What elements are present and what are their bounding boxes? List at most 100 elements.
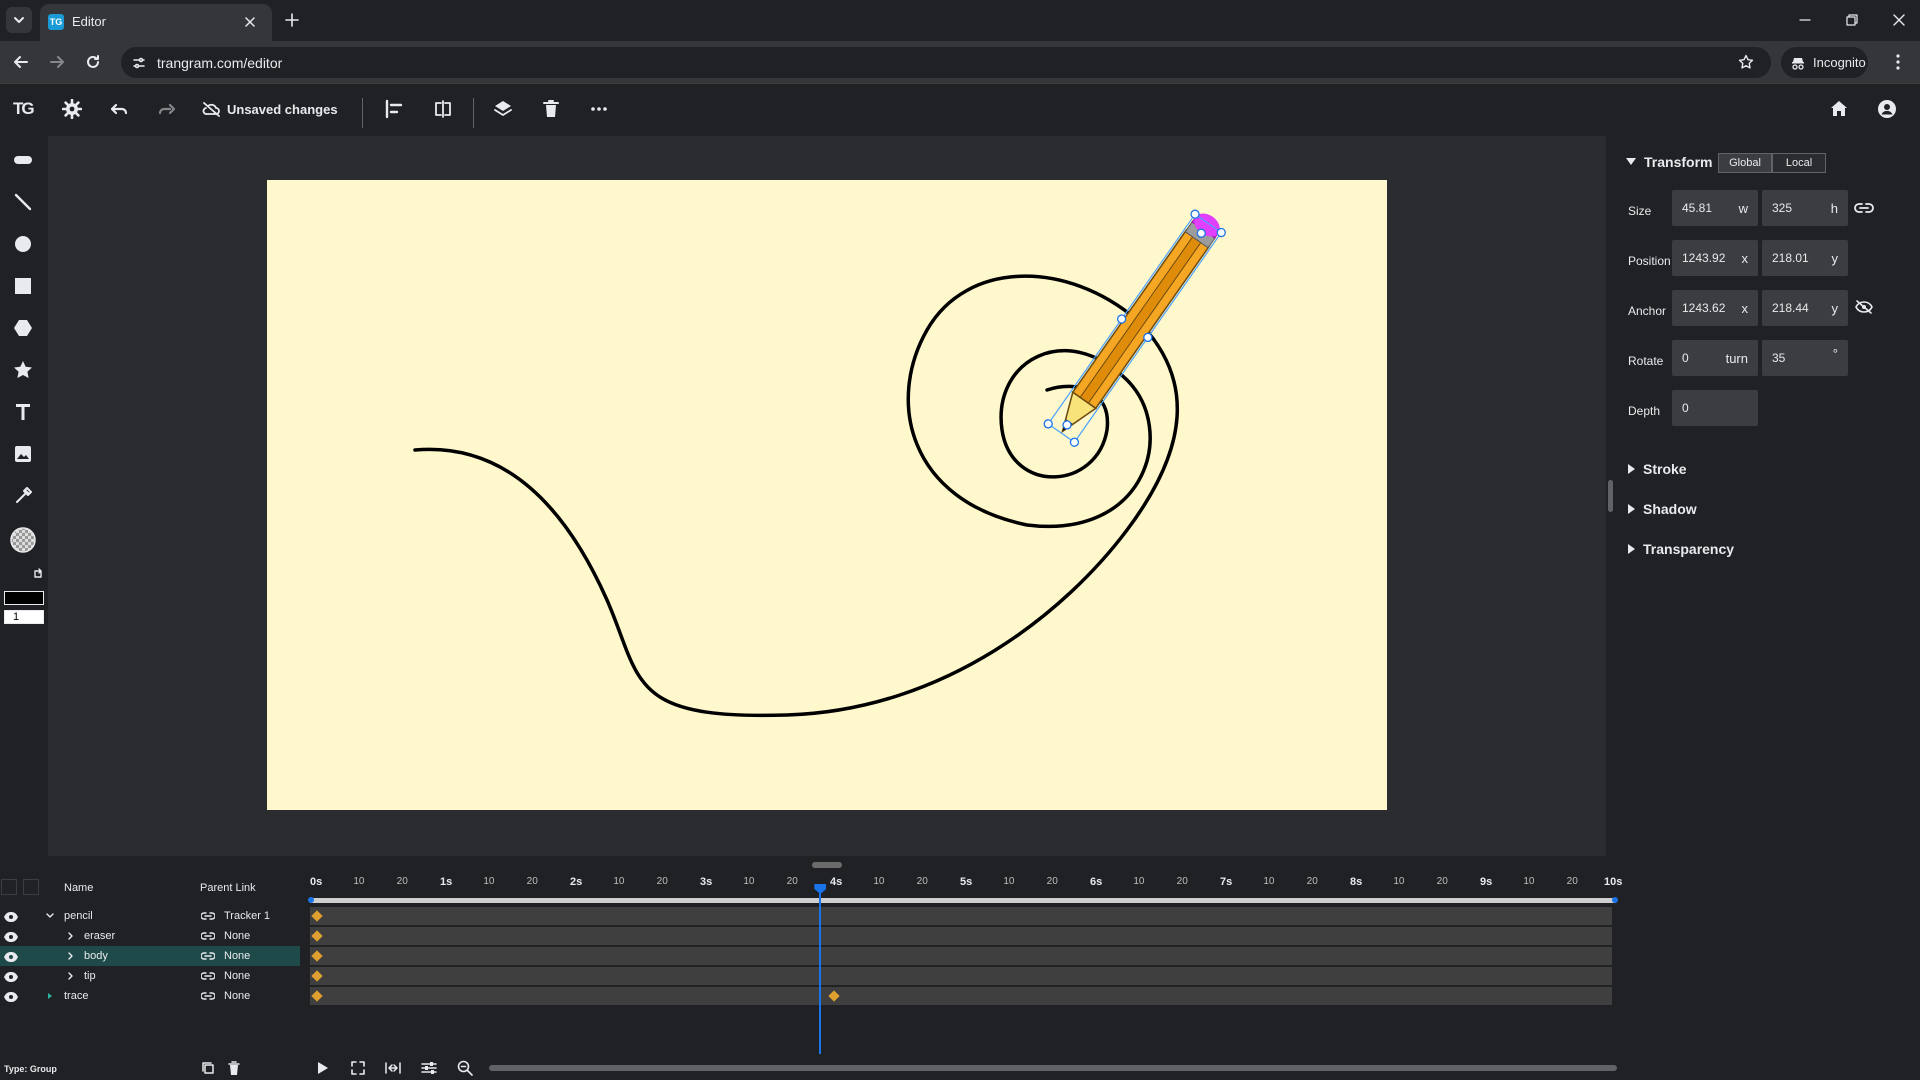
link-icon[interactable] [1854,202,1874,214]
tool-eyedropper[interactable] [9,482,37,510]
duplicate-icon[interactable] [201,1061,215,1075]
tool-star[interactable] [9,356,37,384]
transform-title[interactable]: Transform [1644,154,1712,170]
close-window-icon[interactable] [1893,14,1905,26]
jump-icon[interactable] [385,1062,401,1074]
shadow-section[interactable]: Shadow [1643,501,1697,517]
save-status[interactable]: Unsaved changes [202,101,338,117]
restore-icon[interactable] [1846,14,1858,26]
stroke-section[interactable]: Stroke [1643,461,1687,477]
fill-color-swatch[interactable] [9,526,37,554]
time-ruler[interactable]: 0s 10 20 1s 10 20 2s 10 20 3s 10 20 4s 10 20 5s 10 20 6s 10… [306,874,1622,894]
swap-colors-icon[interactable] [32,568,44,580]
eye-icon[interactable] [4,932,18,942]
layer-parent[interactable]: None [224,930,250,942]
track-row[interactable] [310,967,1612,985]
tool-select[interactable] [9,146,37,174]
eye-icon[interactable] [4,912,18,922]
fit-icon[interactable] [351,1061,365,1075]
settings-button[interactable] [59,96,85,122]
reload-icon[interactable] [85,54,101,70]
browser-tab[interactable]: TG Editor [40,4,272,41]
tab-list-dropdown-button[interactable] [6,7,32,33]
track-row[interactable] [310,927,1612,945]
back-icon[interactable] [13,54,29,70]
zoom-icon[interactable] [457,1060,473,1076]
position-x-input[interactable]: 1243.92 x [1672,240,1758,276]
home-button[interactable] [1826,96,1852,122]
tool-rectangle[interactable] [9,272,37,300]
transparency-section[interactable]: Transparency [1643,541,1734,557]
timeline-resize-handle[interactable] [812,862,842,868]
tool-line[interactable] [9,188,37,216]
forward-icon[interactable] [49,54,65,70]
tool-image[interactable] [9,440,37,468]
browser-menu-icon[interactable] [1896,54,1900,70]
position-y-input[interactable]: 218.01 y [1762,240,1848,276]
keyframe[interactable] [311,910,323,922]
keyframe[interactable] [828,990,840,1002]
minimize-icon[interactable] [1799,14,1811,26]
more-button[interactable] [586,96,612,122]
eye-icon[interactable] [4,952,18,962]
layer-row[interactable]: tip None [0,966,300,986]
omnibox[interactable]: trangram.com/editor [121,47,1771,78]
tool-polygon[interactable] [9,314,37,342]
track-row[interactable] [310,907,1612,925]
close-tab-icon[interactable] [244,16,256,28]
track-row[interactable] [310,947,1612,965]
layer-parent[interactable]: None [224,950,250,962]
keyframe[interactable] [311,930,323,942]
tool-ellipse[interactable] [9,230,37,258]
caret-right-icon[interactable] [1628,464,1636,474]
chevron-right-icon[interactable] [67,952,75,960]
stage-canvas[interactable] [267,180,1387,810]
keyframe[interactable] [311,970,323,982]
timeline-scrollbar[interactable] [489,1065,1617,1071]
eye-icon[interactable] [4,972,18,982]
rotate-turn-input[interactable]: 0 turn [1672,340,1758,376]
stroke-color-swatch[interactable] [4,591,44,605]
chevron-right-icon[interactable] [67,972,75,980]
layer-row-selected[interactable]: body None [0,946,300,966]
layers-button[interactable] [490,96,516,122]
caret-right-icon[interactable] [1628,504,1636,514]
caret-down-icon[interactable] [1626,158,1636,166]
depth-input[interactable]: 0 [1672,390,1758,426]
anchor-x-input[interactable]: 1243.62 x [1672,290,1758,326]
global-toggle[interactable]: Global [1718,153,1772,173]
chevron-down-icon[interactable] [46,912,54,920]
lock-all-checkbox[interactable] [23,879,39,895]
flip-button[interactable] [430,96,456,122]
site-info-icon[interactable] [132,56,146,70]
incognito-badge[interactable]: Incognito [1781,47,1868,78]
eye-off-icon[interactable] [1855,300,1873,314]
chevron-right-icon[interactable] [67,932,75,940]
layer-parent[interactable]: None [224,970,250,982]
rotate-deg-input[interactable]: 35 ° [1762,340,1848,376]
layer-row[interactable]: pencil Tracker 1 [0,906,300,926]
tune-icon[interactable] [421,1061,437,1075]
app-logo-icon[interactable]: TG [11,96,37,122]
track-row[interactable] [310,987,1612,1005]
new-tab-icon[interactable] [285,13,299,27]
undo-button[interactable] [106,96,132,122]
layer-row[interactable]: eraser None [0,926,300,946]
trash-icon[interactable] [228,1061,240,1075]
keyframe[interactable] [311,990,323,1002]
bookmark-star-icon[interactable] [1738,54,1754,70]
size-w-input[interactable]: 45.81 w [1672,190,1758,226]
layer-parent[interactable]: None [224,990,250,1002]
caret-right-icon[interactable] [1628,544,1636,554]
trace-path[interactable] [413,274,1179,718]
playhead[interactable] [814,884,827,1054]
pencil-group[interactable] [1043,205,1229,447]
play-icon[interactable] [317,1062,329,1074]
local-toggle[interactable]: Local [1772,153,1826,173]
redo-button[interactable] [154,96,180,122]
panel-resize-handle[interactable] [1608,480,1613,512]
keyframe[interactable] [311,950,323,962]
delete-button[interactable] [538,96,564,122]
anchor-y-input[interactable]: 218.44 y [1762,290,1848,326]
eye-icon[interactable] [4,992,18,1002]
